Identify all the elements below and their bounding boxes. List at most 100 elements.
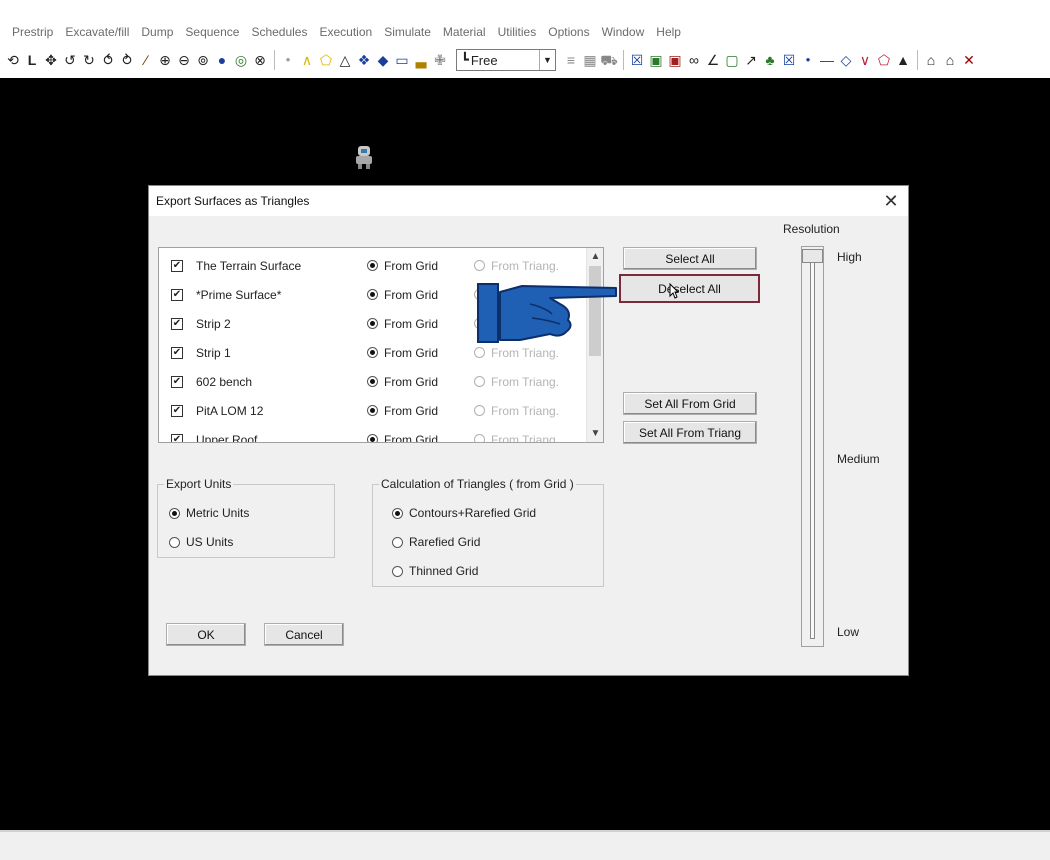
resolution-slider-thumb[interactable]: [802, 249, 823, 263]
rotate-3d-icon[interactable]: ⥀: [99, 50, 117, 70]
contours-rarefied-radio[interactable]: [392, 507, 403, 519]
scroll-down-icon[interactable]: ▼: [587, 425, 603, 442]
surface-checkbox[interactable]: ✔: [171, 375, 183, 388]
menu-item-execution[interactable]: Execution: [313, 22, 378, 42]
resolution-slider[interactable]: [801, 246, 824, 647]
from-grid-radio[interactable]: [367, 289, 378, 300]
grid-icon[interactable]: ❖: [355, 50, 373, 70]
menu-item-simulate[interactable]: Simulate: [378, 22, 437, 42]
from-triang-radio[interactable]: [474, 260, 485, 271]
cancel-button[interactable]: Cancel: [264, 623, 344, 646]
layers-icon[interactable]: ≡: [562, 50, 580, 70]
zoom-target-icon[interactable]: ◎: [232, 50, 250, 70]
chart-icon[interactable]: ▃: [412, 50, 430, 70]
select-all-button[interactable]: Select All: [623, 247, 757, 270]
triangle-icon[interactable]: △: [336, 50, 354, 70]
square-icon[interactable]: ▢: [723, 50, 741, 70]
surface-row[interactable]: ✔ PitA LOM 12 From Grid From Triang.: [159, 396, 587, 425]
from-grid-radio[interactable]: [367, 347, 378, 358]
pan-icon[interactable]: ✥: [42, 50, 60, 70]
rotate-left-icon[interactable]: ↺: [61, 50, 79, 70]
from-grid-radio[interactable]: [367, 376, 378, 387]
zoom-in-icon[interactable]: ⊕: [156, 50, 174, 70]
polygon-icon[interactable]: ⬠: [317, 50, 335, 70]
from-triang-radio[interactable]: [474, 347, 485, 358]
menu-item-excavate-fill[interactable]: Excavate/fill: [59, 22, 135, 42]
metric-units-radio[interactable]: [169, 507, 180, 519]
metric-units-option[interactable]: Metric Units: [169, 506, 249, 520]
axis-icon[interactable]: L: [23, 50, 41, 70]
brush-icon[interactable]: ↗: [742, 50, 760, 70]
us-units-radio[interactable]: [169, 536, 180, 548]
truck-icon[interactable]: ⛟: [600, 50, 618, 70]
pentagon-icon[interactable]: ⬠: [875, 50, 893, 70]
us-units-option[interactable]: US Units: [169, 535, 233, 549]
select-arrow-icon[interactable]: ☒: [780, 50, 798, 70]
set-all-from-grid-button[interactable]: Set All From Grid: [623, 392, 757, 415]
surface-checkbox[interactable]: ✔: [171, 288, 183, 301]
menu-item-help[interactable]: Help: [650, 22, 687, 42]
from-triang-radio[interactable]: [474, 405, 485, 416]
lasso-icon[interactable]: ⟲: [4, 50, 22, 70]
ok-button[interactable]: OK: [166, 623, 246, 646]
zoom-window-icon[interactable]: ⊚: [194, 50, 212, 70]
menu-item-sequence[interactable]: Sequence: [179, 22, 245, 42]
polyline-icon[interactable]: ∧: [298, 50, 316, 70]
mountain-icon[interactable]: ▲: [894, 50, 912, 70]
pencil-icon[interactable]: ∕: [137, 50, 155, 70]
rarefied-grid-radio[interactable]: [392, 536, 403, 548]
close-icon[interactable]: ✕: [960, 50, 978, 70]
grid-settings-icon[interactable]: ▦: [581, 50, 599, 70]
crosshair-icon[interactable]: ✙: [431, 50, 449, 70]
surface-row[interactable]: ✔ 602 bench From Grid From Triang.: [159, 367, 587, 396]
diamond-icon[interactable]: ◆: [374, 50, 392, 70]
link-icon[interactable]: ∞: [685, 50, 703, 70]
surface-checkbox[interactable]: ✔: [171, 404, 183, 417]
thinned-grid-radio[interactable]: [392, 565, 403, 577]
menu-item-options[interactable]: Options: [542, 22, 595, 42]
rotate-right-icon[interactable]: ↻: [80, 50, 98, 70]
deselect-all-button[interactable]: Deselect All: [619, 274, 760, 303]
angle-icon[interactable]: ∠: [704, 50, 722, 70]
from-triang-radio[interactable]: [474, 434, 485, 442]
surface-checkbox[interactable]: ✔: [171, 317, 183, 330]
zoom-extent-icon[interactable]: ⊗: [251, 50, 269, 70]
scroll-up-icon[interactable]: ▲: [587, 248, 603, 265]
zoom-out-icon[interactable]: ⊖: [175, 50, 193, 70]
mode-select[interactable]: ┗ Free ▼: [456, 49, 556, 71]
surface-checkbox[interactable]: ✔: [171, 259, 183, 272]
chevron-down-icon[interactable]: ▼: [539, 50, 555, 70]
rarefied-grid-option[interactable]: Rarefied Grid: [392, 535, 480, 549]
diamond-outline-icon[interactable]: ◇: [837, 50, 855, 70]
contours-rarefied-option[interactable]: Contours+Rarefied Grid: [392, 506, 536, 520]
surface-checkbox[interactable]: ✔: [171, 346, 183, 359]
from-grid-radio[interactable]: [367, 434, 378, 442]
from-grid-radio[interactable]: [367, 318, 378, 329]
rectangle-icon[interactable]: ▭: [393, 50, 411, 70]
surface-row[interactable]: ✔ The Terrain Surface From Grid From Triang…: [159, 251, 587, 280]
point-icon[interactable]: ●: [279, 50, 297, 70]
menu-item-schedules[interactable]: Schedules: [245, 22, 313, 42]
frame-icon[interactable]: ▣: [647, 50, 665, 70]
menu-item-dump[interactable]: Dump: [135, 22, 179, 42]
frame-red-icon[interactable]: ▣: [666, 50, 684, 70]
menu-item-utilities[interactable]: Utilities: [492, 22, 543, 42]
from-triang-radio[interactable]: [474, 376, 485, 387]
close-icon[interactable]: ✕: [874, 186, 908, 216]
surface-checkbox[interactable]: ✔: [171, 433, 183, 442]
check-line-icon[interactable]: ∨: [856, 50, 874, 70]
menu-item-window[interactable]: Window: [596, 22, 651, 42]
select-box-icon[interactable]: ☒: [628, 50, 646, 70]
sphere-icon[interactable]: ●: [213, 50, 231, 70]
house-edit-icon[interactable]: ⌂: [941, 50, 959, 70]
dot-icon[interactable]: ●: [799, 50, 817, 70]
set-all-from-triang-button[interactable]: Set All From Triang: [623, 421, 757, 444]
thinned-grid-option[interactable]: Thinned Grid: [392, 564, 478, 578]
from-grid-radio[interactable]: [367, 405, 378, 416]
tree-icon[interactable]: ♣: [761, 50, 779, 70]
line-icon[interactable]: —: [818, 50, 836, 70]
house-icon[interactable]: ⌂: [922, 50, 940, 70]
menu-item-prestrip[interactable]: Prestrip: [6, 22, 59, 42]
rotate-loop-icon[interactable]: ⥁: [118, 50, 136, 70]
menu-item-material[interactable]: Material: [437, 22, 492, 42]
